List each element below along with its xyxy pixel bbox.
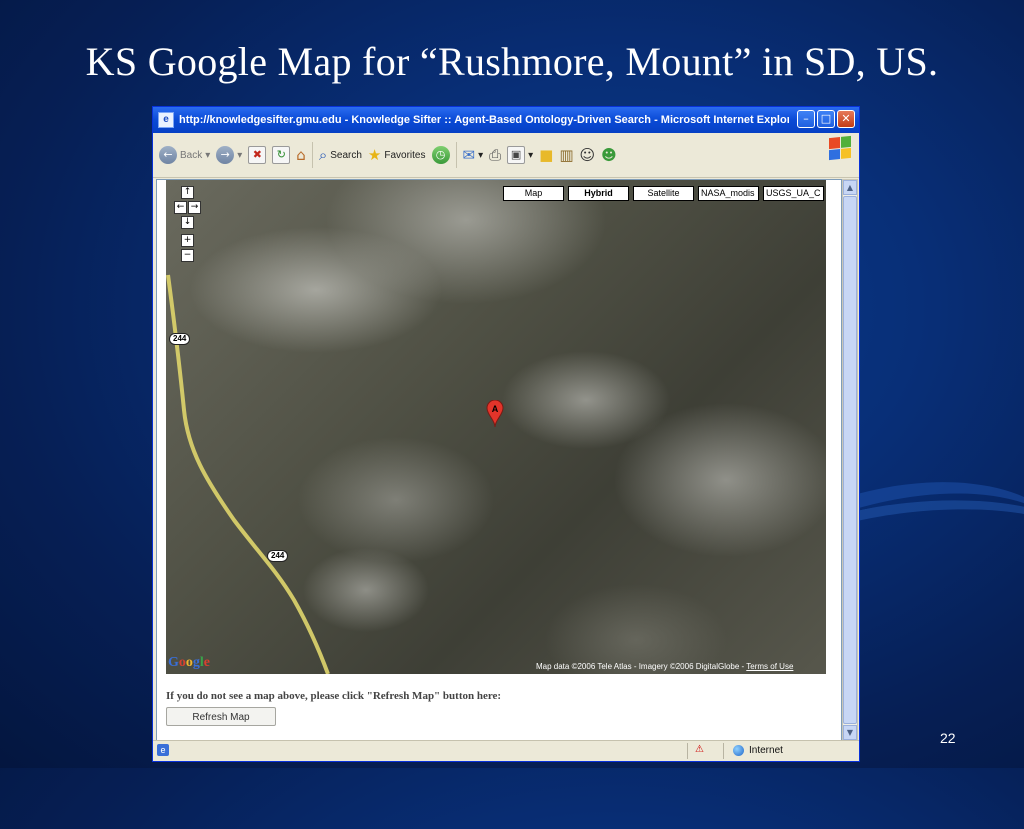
chevron-down-icon: ▾ (237, 149, 243, 161)
print-icon: ⎙ (489, 146, 502, 164)
map-type-hybrid[interactable]: Hybrid (568, 186, 629, 201)
slide-number: 22 (940, 730, 956, 746)
map-type-selector: Map Hybrid Satellite NASA_modis USGS_UA_… (503, 186, 824, 201)
map-pin-icon: A (486, 399, 504, 428)
windows-flag-icon (829, 135, 851, 161)
minimize-button[interactable]: – (797, 110, 815, 128)
chevron-down-icon: ▾ (528, 149, 534, 161)
window-title: http://knowledgesifter.gmu.edu - Knowled… (179, 114, 789, 126)
back-icon: ← (159, 146, 177, 164)
messenger-icon: ☺ (579, 146, 596, 164)
favorites-label: Favorites (384, 149, 426, 161)
zoom-in-button[interactable]: + (181, 234, 194, 247)
map-attribution: Map data ©2006 Tele Atlas - Imagery ©200… (536, 662, 793, 671)
print-button[interactable]: ⎙ (489, 146, 501, 164)
map-type-map[interactable]: Map (503, 186, 564, 201)
research-button[interactable]: ▥ (559, 146, 573, 164)
pan-down-button[interactable]: ↓ (181, 216, 194, 229)
security-icon: ⚠ (695, 744, 704, 755)
status-bar: e ⚠ Internet (153, 740, 859, 761)
home-icon: ⌂ (296, 146, 306, 164)
chevron-down-icon: ▾ (478, 149, 484, 161)
pan-right-button[interactable]: → (188, 201, 201, 214)
toolbar-divider (455, 142, 457, 168)
messenger-button[interactable]: ☻ (601, 146, 617, 164)
internet-zone-icon (733, 745, 744, 756)
route-244-shield: 244 (267, 550, 289, 562)
stop-icon: ✖ (248, 146, 267, 164)
back-label: Back (180, 149, 203, 161)
refresh-icon: ↻ (272, 146, 291, 164)
research-icon: ▥ (559, 146, 574, 164)
refresh-instructions: If you do not see a map above, please cl… (166, 690, 502, 702)
messenger-button[interactable]: ☺ (580, 146, 596, 164)
google-logo: Google (168, 655, 210, 670)
history-button[interactable]: ◷ (431, 146, 450, 164)
map-type-nasa-modis[interactable]: NASA_modis (698, 186, 759, 201)
edit-button[interactable]: ▣ ▾ (507, 146, 533, 164)
search-button[interactable]: ⌕ Search (319, 146, 362, 164)
folder-button[interactable]: ■ (539, 146, 553, 164)
map-type-satellite[interactable]: Satellite (633, 186, 694, 201)
slide-title: KS Google Map for “Rushmore, Mount” in S… (85, 39, 939, 84)
location-marker-a[interactable]: A (486, 399, 504, 433)
forward-button[interactable]: → ▾ (216, 146, 242, 164)
scroll-up-arrow[interactable]: ▲ (843, 180, 857, 195)
ie-page-icon: e (158, 112, 174, 128)
marker-label: A (492, 404, 499, 414)
folder-icon: ■ (539, 146, 554, 164)
route-244-shield: 244 (169, 333, 191, 345)
favorites-button[interactable]: ★ Favorites (368, 146, 426, 164)
scroll-thumb[interactable] (843, 196, 857, 724)
map-view[interactable]: ↑ ← → ↓ + − Map Hybrid Satellite NASA_mo… (166, 180, 826, 674)
forward-icon: → (216, 146, 235, 164)
close-button[interactable]: ✕ (837, 110, 855, 128)
browser-toolbar: ← Back ▾ → ▾ ✖ ↻ ⌂ ⌕ Search ★ Favorites … (153, 133, 859, 178)
toolbar-divider (311, 142, 313, 168)
maximize-button[interactable]: □ (817, 110, 835, 128)
map-type-usgs[interactable]: USGS_UA_C (763, 186, 824, 201)
scroll-down-arrow[interactable]: ▼ (843, 725, 857, 740)
security-zone-label: Internet (749, 745, 783, 756)
stop-button[interactable]: ✖ (248, 146, 267, 164)
refresh-map-button[interactable]: Refresh Map (166, 707, 276, 726)
pan-left-button[interactable]: ← (174, 201, 187, 214)
messenger-icon: ☻ (601, 146, 617, 164)
back-button[interactable]: ← Back ▾ (159, 146, 210, 164)
attribution-text: Map data ©2006 Tele Atlas - Imagery ©200… (536, 662, 747, 671)
page-content: ↑ ← → ↓ + − Map Hybrid Satellite NASA_mo… (156, 179, 842, 741)
terms-of-use-link[interactable]: Terms of Use (746, 662, 793, 671)
home-button[interactable]: ⌂ (296, 146, 306, 164)
mail-button[interactable]: ✉ ▾ (463, 146, 484, 164)
history-icon: ◷ (431, 146, 450, 164)
ie-page-icon: e (157, 744, 169, 756)
mail-icon: ✉ (462, 146, 476, 164)
favorites-icon: ★ (367, 146, 382, 164)
browser-window: e http://knowledgesifter.gmu.edu - Knowl… (152, 106, 860, 762)
search-label: Search (330, 149, 362, 161)
status-divider (723, 743, 724, 759)
chevron-down-icon: ▾ (205, 149, 211, 161)
refresh-button[interactable]: ↻ (272, 146, 291, 164)
status-divider (687, 743, 688, 759)
zoom-out-button[interactable]: − (181, 249, 194, 262)
edit-icon: ▣ (507, 146, 526, 164)
vertical-scrollbar[interactable]: ▲ ▼ (842, 179, 858, 741)
search-icon: ⌕ (318, 146, 328, 164)
window-titlebar[interactable]: e http://knowledgesifter.gmu.edu - Knowl… (153, 107, 859, 133)
pan-up-button[interactable]: ↑ (181, 186, 194, 199)
